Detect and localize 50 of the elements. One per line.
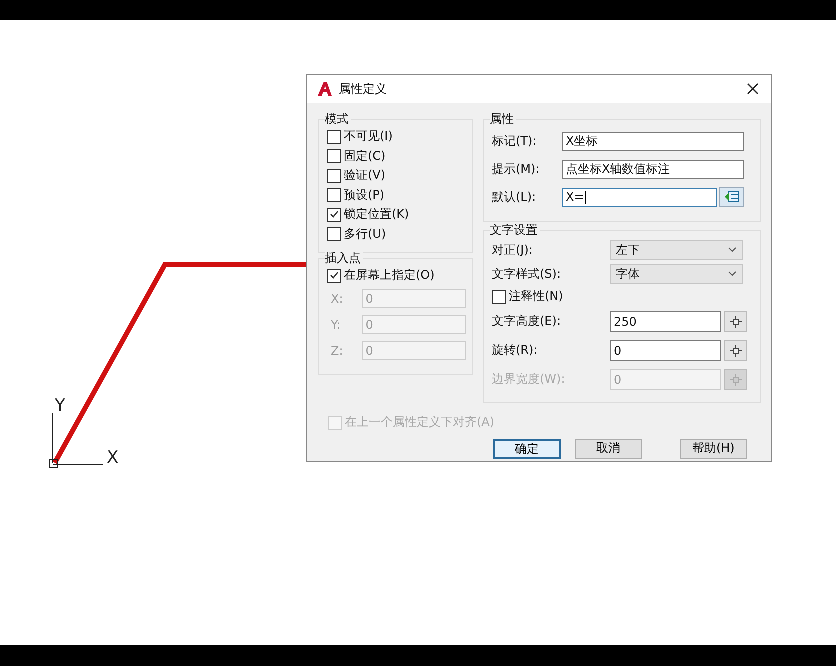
mode-checkbox[interactable]: 不可见(I) [327, 127, 466, 146]
dropdown[interactable]: 左下 [610, 240, 743, 260]
group-title: 文字设置 [490, 223, 540, 238]
input-field[interactable]: 0 [610, 340, 721, 361]
input-field[interactable]: X= [562, 188, 717, 206]
annotative-checkbox[interactable]: 注释性(N) [492, 286, 754, 307]
close-icon[interactable] [747, 83, 759, 95]
dropdown[interactable]: 字体 [610, 264, 743, 284]
crosshair-icon [728, 314, 742, 328]
crosshair-icon [728, 344, 742, 358]
y-axis-label: Y [55, 398, 66, 415]
coordinate-label: X: [330, 292, 344, 306]
field-label: 文字样式(S): [492, 266, 562, 282]
input-field[interactable]: 250 [610, 311, 721, 332]
field-label: 对正(J): [492, 242, 534, 258]
x-axis-label: X [107, 450, 119, 467]
insert-field-button[interactable] [719, 187, 744, 207]
field-label: 旋转(R): [492, 342, 539, 359]
window-title: 属性定义 [339, 80, 388, 98]
field-label: 边界宽度(W): [492, 371, 566, 388]
insert-field-icon [724, 190, 740, 204]
check-icon [328, 209, 340, 220]
input-field[interactable]: 点坐标X轴数值标注 [562, 160, 744, 178]
input-field[interactable]: X坐标 [562, 132, 744, 150]
field-label: 默认(L): [492, 188, 538, 206]
mode-checkbox[interactable]: 预设(P) [327, 186, 466, 205]
mode-checkbox[interactable]: 多行(U) [327, 224, 466, 244]
field-label: 文字高度(E): [492, 313, 562, 330]
field-label: 标记(T): [492, 132, 538, 150]
coordinate-label: Z: [330, 344, 344, 358]
group-title: 模式 [325, 112, 351, 127]
group-title: 插入点 [325, 251, 363, 266]
check-icon [328, 270, 340, 282]
mode-checkbox[interactable]: 锁定位置(K) [327, 205, 466, 224]
ucs-axis-icon [50, 412, 104, 468]
dialog-button[interactable]: 确定 [493, 438, 561, 458]
coordinate-label: Y: [330, 318, 342, 332]
mode-checkbox[interactable]: 验证(V) [327, 166, 466, 186]
field-label: 提示(M): [492, 160, 541, 178]
pick-point-button[interactable] [724, 311, 747, 332]
group-title: 属性 [490, 112, 516, 127]
pick-point-button[interactable] [724, 340, 747, 361]
dialog-button[interactable]: 取消 [574, 438, 642, 458]
specify-on-screen-checkbox[interactable]: 在屏幕上指定(O) [327, 266, 466, 286]
chevron-down-icon [728, 247, 737, 253]
app-logo-icon [317, 81, 333, 97]
dialog-button[interactable]: 帮助(H) [680, 438, 747, 458]
mode-checkbox[interactable]: 固定(C) [327, 146, 466, 166]
crosshair-icon [728, 372, 742, 386]
chevron-down-icon [728, 271, 737, 277]
